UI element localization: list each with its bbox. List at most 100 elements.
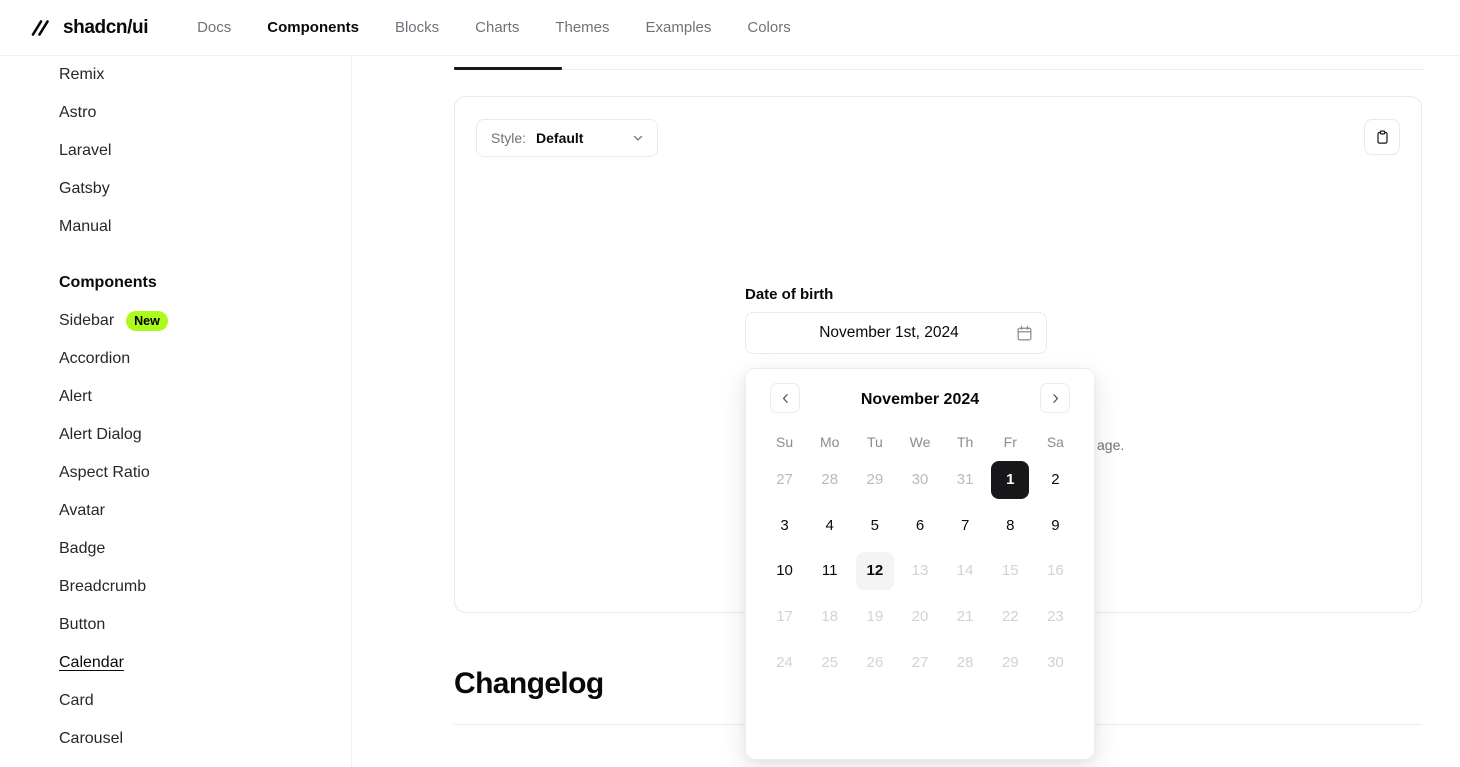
calendar-day-cell: 4 [807,503,852,549]
sidebar: Remix Astro Laravel Gatsby Manual Components… [0,56,352,767]
brand-name: shadcn/ui [63,16,149,38]
sidebar-item-manual[interactable]: Manual [59,208,351,246]
sidebar-item-gatsby[interactable]: Gatsby [59,170,351,208]
sidebar-item-remix[interactable]: Remix [59,56,351,94]
sidebar-item-alert-dialog[interactable]: Alert Dialog [59,416,351,454]
sidebar-item-label: Laravel [59,142,112,159]
calendar-day-27: 27 [911,653,929,671]
calendar-day-7[interactable]: 7 [946,506,984,544]
calendar-day-cell: 3 [762,503,807,549]
sidebar-item-alert[interactable]: Alert [59,378,351,416]
nav-item-charts[interactable]: Charts [457,0,537,56]
sidebar-item-button[interactable]: Button [59,606,351,644]
calendar-day-12[interactable]: 12 [855,551,894,590]
calendar-day-cell: 12 [852,548,897,594]
calendar-day-1[interactable]: 1 [991,460,1030,499]
calendar-header: November 2024 [762,383,1078,417]
calendar-day-cell: 24 [762,639,807,685]
calendar-day-29[interactable]: 29 [856,461,894,499]
calendar-day-cell: 8 [988,503,1033,549]
sidebar-item-card[interactable]: Card [59,682,351,720]
calendar-week-row: 27 28 29 30 31 1 2 [762,457,1078,503]
sidebar-item-accordion[interactable]: Accordion [59,340,351,378]
preview-code-tabstrip [454,56,1424,70]
calendar-day-17: 17 [776,608,793,626]
calendar-day-15: 15 [1001,562,1019,580]
sidebar-item-calendar[interactable]: Calendar [59,644,351,682]
calendar-day-24: 24 [776,653,793,671]
calendar-day-31[interactable]: 31 [946,461,984,499]
nav-item-themes[interactable]: Themes [537,0,627,56]
calendar-day-4[interactable]: 4 [811,506,849,544]
clipboard-copy-icon [1376,130,1388,144]
calendar-day-11[interactable]: 11 [811,552,849,590]
calendar-day-cell: 26 [852,639,897,685]
nav-item-components[interactable]: Components [249,0,377,56]
sidebar-item-label: Alert [59,388,92,405]
chevron-down-icon [633,135,643,141]
calendar-day-cell: 14 [943,548,988,594]
calendar-day-27[interactable]: 27 [766,461,804,499]
date-picker-value: November 1st, 2024 [819,324,959,341]
date-picker-trigger[interactable]: November 1st, 2024 [745,312,1047,354]
calendar-day-30[interactable]: 30 [901,461,939,499]
calendar-day-cell: 16 [1033,548,1078,594]
calendar-weekday-fr: Fr [1003,434,1017,450]
main-nav: Docs Components Blocks Charts Themes Exa… [179,0,809,56]
calendar-day-cell: 28 [807,457,852,503]
calendar-icon [1017,325,1032,340]
style-select[interactable]: Style: Default [476,119,658,157]
calendar-day-23: 23 [1047,608,1064,626]
calendar-day-10[interactable]: 10 [766,552,804,590]
calendar-day-6[interactable]: 6 [901,506,939,544]
sidebar-item-aspect-ratio[interactable]: Aspect Ratio [59,454,351,492]
calendar-day-cell: 31 [943,457,988,503]
nav-item-docs[interactable]: Docs [179,0,249,56]
sidebar-section-heading: Components [59,274,157,291]
chevron-left-icon [782,393,788,403]
calendar-day-cell: 5 [852,503,897,549]
calendar-week-row: 3456789 [762,503,1078,549]
sidebar-item-label: Astro [59,104,97,121]
calendar-day-cell: 13 [897,548,942,594]
sidebar-item-label: Accordion [59,350,131,367]
date-of-birth-label: Date of birth [745,286,834,303]
calendar-day-5[interactable]: 5 [856,506,894,544]
sidebar-item-breadcrumb[interactable]: Breadcrumb [59,568,351,606]
calendar-day-8[interactable]: 8 [991,506,1029,544]
date-of-birth-field: Date of birth November 1st, 2024 [745,286,1047,354]
brand[interactable]: shadcn/ui [0,15,148,41]
nav-item-examples[interactable]: Examples [628,0,730,56]
sidebar-item-badge[interactable]: Badge [59,530,351,568]
calendar-day-cell: 19 [852,594,897,640]
calendar-day-cell: 28 [943,639,988,685]
sidebar-item-astro[interactable]: Astro [59,94,351,132]
chevron-right-icon [1052,393,1058,403]
sidebar-item-label: Badge [59,540,106,557]
sidebar-item-sidebar[interactable]: Sidebar New [59,302,351,340]
calendar-day-13: 13 [911,562,929,580]
calendar-day-3[interactable]: 3 [766,506,804,544]
sidebar-item-laravel[interactable]: Laravel [59,132,351,170]
calendar-prev-month-button[interactable] [770,383,800,413]
calendar-day-28[interactable]: 28 [811,461,849,499]
sidebar-item-label: Carousel [59,730,124,747]
active-tab-indicator [454,67,562,70]
calendar-day-cell: 1 [988,457,1033,503]
copy-code-button[interactable] [1364,119,1400,155]
sidebar-item-label: Aspect Ratio [59,464,150,481]
calendar-day-29: 29 [1001,653,1019,671]
calendar-day-cell: 27 [897,639,942,685]
sidebar-item-carousel[interactable]: Carousel [59,720,351,758]
calendar-day-cell: 20 [897,594,942,640]
calendar-day-2[interactable]: 2 [1036,461,1074,499]
calendar-day-19: 19 [866,608,884,626]
calendar-next-month-button[interactable] [1040,383,1070,413]
sidebar-item-avatar[interactable]: Avatar [59,492,351,530]
app-root: shadcn/ui Docs Components Blocks Charts … [0,0,1460,767]
nav-item-blocks[interactable]: Blocks [377,0,457,56]
nav-item-colors[interactable]: Colors [729,0,808,56]
style-select-label: Style: [491,130,527,146]
calendar-grid: Su Mo Tu We Th Fr Sa 27 28 29 30 31 1 2 3 4 5 6 7 8 9 10 11 12 1… [762,427,1078,685]
calendar-day-9[interactable]: 9 [1036,506,1074,544]
